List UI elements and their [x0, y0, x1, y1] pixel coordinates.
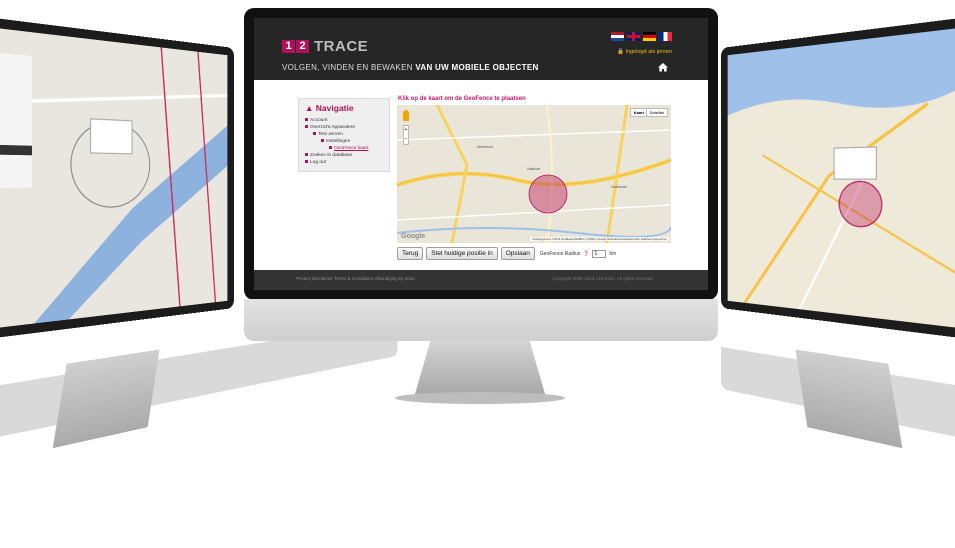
tagline: VOLGEN, VINDEN EN BEWAKEN VAN UW MOBIELE…	[282, 63, 539, 72]
save-button[interactable]: Opslaan	[500, 247, 535, 260]
map-type-satelliet[interactable]: Satelliet	[645, 108, 668, 117]
left-map-image	[0, 28, 228, 324]
bullet-icon	[313, 132, 316, 136]
login-status-text: Ingelogd als jeroen	[625, 49, 672, 55]
right-monitor	[721, 17, 955, 518]
back-button[interactable]: Terug	[397, 247, 424, 260]
sidebar-item-logout[interactable]: Log out	[299, 159, 389, 166]
right-map-image	[727, 87, 955, 328]
radius-input[interactable]	[592, 249, 607, 258]
center-monitor: 1 2 TRACE VOLGEN, VINDEN EN BEWAKEN VAN …	[244, 8, 718, 300]
logo-word: TRACE	[314, 38, 369, 55]
lock-icon: 🔒	[617, 49, 624, 55]
zoom-control: + −	[403, 125, 409, 145]
flag-nl-icon[interactable]	[611, 32, 624, 41]
sidebar-item-label: Log out	[310, 160, 327, 165]
site-header: 1 2 TRACE VOLGEN, VINDEN EN BEWAKEN VAN …	[254, 18, 708, 80]
tagline-bold: VAN UW MOBIELE OBJECTEN	[415, 63, 539, 72]
map-canvas[interactable]	[397, 105, 671, 243]
sidebar-item-instellingen[interactable]: Instellingen	[299, 138, 389, 145]
logo-digit-2: 2	[296, 40, 309, 53]
sidebar-item-label: Account	[310, 118, 328, 123]
footer-links[interactable]: Privacy Disclaimer Terms & Conditions Af…	[296, 276, 415, 281]
bullet-icon	[305, 153, 308, 157]
sidebar-item-overzicht[interactable]: Overzicht Apparatere	[299, 124, 389, 131]
radius-label: GeoFence Radius	[539, 250, 581, 257]
nav-title-text: Navigatie	[315, 103, 354, 113]
map-place-label: Saaksum	[527, 167, 541, 171]
google-logo: Google	[401, 233, 426, 240]
bullet-icon	[305, 125, 308, 129]
radius-unit: km	[609, 250, 617, 257]
site-footer: Privacy Disclaimer Terms & Conditions Af…	[254, 270, 708, 290]
sidebar-item-label: Test Jeroen	[318, 132, 343, 137]
map-instruction: Klik op de kaart om de GeoFence te plaat…	[398, 96, 526, 102]
bullet-icon	[329, 146, 332, 150]
sidebar-item-label: Instellingen	[326, 139, 351, 144]
sidebar-item-zoeken[interactable]: Zoeken in database	[299, 152, 389, 159]
sidebar-item-test-jeroen[interactable]: Test Jeroen	[299, 131, 389, 138]
screen: 1 2 TRACE VOLGEN, VINDEN EN BEWAKEN VAN …	[254, 18, 708, 290]
nav-title: ▲ Navigatie	[305, 103, 389, 113]
language-switcher	[611, 32, 672, 41]
geofence-map[interactable]: + − Kaart Satelliet Oudebosch Saaksum Mo…	[397, 105, 671, 243]
map-place-label: Oudebosch	[611, 185, 628, 189]
flag-de-icon[interactable]	[643, 32, 656, 41]
sidebar-item-account[interactable]: Account	[299, 117, 389, 124]
left-monitor	[0, 17, 398, 449]
pegman-icon[interactable]	[403, 110, 409, 121]
bullet-icon	[305, 160, 308, 164]
map-place-label: Molenbuurt	[477, 145, 493, 149]
sidebar-item-geofence[interactable]: GeoFence kaart	[299, 145, 389, 152]
flag-en-icon[interactable]	[627, 32, 640, 41]
geofence-controls: Terug Stel huidige positie in Opslaan Ge…	[397, 247, 616, 260]
bullet-icon	[305, 118, 308, 122]
left-monitor-stand	[52, 349, 160, 449]
help-icon[interactable]: ❓	[583, 251, 589, 257]
right-monitor-stand	[795, 349, 903, 449]
map-attribution[interactable]: Kaartgegevens ©2014 GeoBasis-DE/BKG (©20…	[530, 237, 669, 241]
center-monitor-chin	[244, 299, 718, 341]
sidebar-item-label: Zoeken in database	[310, 153, 353, 158]
copyright: Copyright 2005-2014 123-trace. All right…	[552, 276, 654, 281]
bullet-icon	[321, 139, 324, 143]
tagline-normal: VOLGEN, VINDEN EN BEWAKEN	[282, 63, 413, 72]
center-monitor-foot	[395, 392, 565, 404]
sidebar-item-label: Overzicht Apparatere	[310, 125, 356, 130]
sidebar-item-label: GeoFence kaart	[334, 146, 369, 151]
flag-fr-icon[interactable]	[659, 32, 672, 41]
home-icon[interactable]	[658, 62, 668, 72]
zoom-out-button[interactable]: −	[404, 135, 408, 144]
sidebar-navigation: ▲ Navigatie Account Overzicht Apparatere…	[298, 98, 390, 172]
zoom-in-button[interactable]: +	[404, 126, 408, 135]
caret-up-icon: ▲	[305, 103, 314, 113]
center-monitor-stand	[415, 340, 545, 394]
logo[interactable]: 1 2 TRACE	[282, 38, 368, 55]
logo-digit-1: 1	[282, 40, 295, 53]
set-current-position-button[interactable]: Stel huidige positie in	[426, 247, 498, 260]
login-status[interactable]: 🔒 Ingelogd als jeroen	[617, 49, 672, 55]
